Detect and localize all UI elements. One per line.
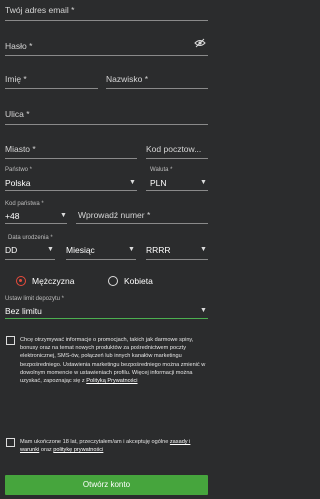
- phone-code-underline: [5, 223, 67, 224]
- currency-label: Waluta *: [150, 167, 173, 173]
- terms-consent-and: oraz: [40, 447, 52, 454]
- first-name-placeholder: Imię *: [5, 74, 27, 84]
- phone-number-placeholder: Wprowadź numer *: [78, 210, 151, 220]
- caret-down-icon: ▼: [200, 179, 207, 186]
- postcode-placeholder: Kod pocztow...: [146, 144, 202, 154]
- marketing-consent-body: Chcę otrzymywać informacje o promocjach,…: [20, 337, 206, 385]
- last-name-field[interactable]: Nazwisko *: [106, 72, 208, 90]
- radio-selected-icon: [16, 276, 26, 286]
- last-name-underline: [106, 88, 208, 89]
- email-placeholder: Twój adres email *: [5, 5, 75, 15]
- phone-number-field[interactable]: Wprowadź numer *: [76, 201, 208, 225]
- dob-day-select[interactable]: DD ▼: [5, 244, 55, 260]
- caret-down-icon: ▼: [129, 179, 136, 186]
- caret-down-icon: ▼: [200, 246, 207, 253]
- currency-underline: [146, 190, 208, 191]
- gender-male-label: Mężczyzna: [32, 276, 75, 286]
- deposit-limit-select[interactable]: Ustaw limit depozytu * Bez limitu ▼: [5, 296, 208, 320]
- dob-month-select[interactable]: Miesiąc ▼: [66, 244, 136, 260]
- email-field[interactable]: Twój adres email *: [5, 4, 208, 22]
- city-underline: [5, 158, 137, 159]
- country-select[interactable]: Państwo * Polska ▼: [5, 167, 137, 191]
- dob-year-underline: [146, 259, 208, 260]
- deposit-limit-label: Ustaw limit depozytu *: [5, 296, 65, 302]
- dob-year-select[interactable]: RRRR ▼: [146, 244, 208, 260]
- password-field[interactable]: Hasło *: [5, 38, 208, 56]
- phone-code-select[interactable]: Kod państwa * +48 ▼: [5, 201, 67, 225]
- country-label: Państwo *: [5, 167, 33, 173]
- phone-code-label: Kod państwa *: [5, 201, 44, 207]
- marketing-consent-text: Chcę otrzymywać informacje o promocjach,…: [20, 336, 208, 385]
- dob-year-value: RRRR: [146, 245, 171, 255]
- password-underline: [5, 55, 208, 56]
- terms-consent-text: Mam ukończone 18 lat, przeczytałem/am i …: [20, 438, 208, 454]
- currency-value: PLN: [150, 178, 167, 188]
- gender-female-label: Kobieta: [124, 276, 153, 286]
- postcode-field[interactable]: Kod pocztow...: [146, 141, 208, 159]
- first-name-underline: [5, 88, 98, 89]
- privacy-policy-link[interactable]: Polityką Prywatności: [86, 378, 137, 384]
- street-field[interactable]: Ulica *: [5, 107, 208, 125]
- marketing-consent-checkbox[interactable]: [6, 336, 15, 345]
- dob-day-underline: [5, 259, 55, 260]
- last-name-placeholder: Nazwisko *: [106, 74, 149, 84]
- currency-select[interactable]: Waluta * PLN ▼: [146, 167, 208, 191]
- deposit-limit-value: Bez limitu: [5, 306, 42, 316]
- country-value: Polska: [5, 178, 31, 188]
- email-underline: [5, 20, 208, 21]
- first-name-field[interactable]: Imię *: [5, 72, 98, 90]
- country-underline: [5, 190, 137, 191]
- caret-down-icon: ▼: [60, 212, 67, 219]
- street-placeholder: Ulica *: [5, 109, 30, 119]
- gender-male-radio[interactable]: Mężczyzna: [16, 276, 96, 288]
- dob-month-underline: [66, 259, 136, 260]
- eye-slash-icon[interactable]: [194, 38, 206, 48]
- dob-label: Data urodzenia *: [8, 235, 53, 241]
- caret-down-icon: ▼: [47, 246, 54, 253]
- caret-down-icon: ▼: [200, 307, 207, 314]
- privacy-policy-link-2[interactable]: politykę prywatności: [53, 447, 103, 453]
- dob-month-value: Miesiąc: [66, 245, 95, 255]
- password-placeholder: Hasło *: [5, 41, 33, 51]
- caret-down-icon: ▼: [128, 246, 135, 253]
- terms-consent-body: Mam ukończone 18 lat, przeczytałem/am i …: [20, 439, 169, 445]
- postcode-underline: [146, 158, 208, 159]
- terms-consent-checkbox[interactable]: [6, 438, 15, 447]
- dob-day-value: DD: [5, 245, 18, 255]
- phone-number-underline: [76, 223, 208, 224]
- radio-unselected-icon: [108, 276, 118, 286]
- phone-code-value: +48: [5, 211, 20, 221]
- street-underline: [5, 124, 208, 125]
- open-account-button[interactable]: Otwórz konto: [5, 475, 208, 495]
- city-field[interactable]: Miasto *: [5, 141, 137, 159]
- deposit-limit-underline: [5, 318, 208, 319]
- city-placeholder: Miasto *: [5, 144, 36, 154]
- gender-female-radio[interactable]: Kobieta: [108, 276, 188, 288]
